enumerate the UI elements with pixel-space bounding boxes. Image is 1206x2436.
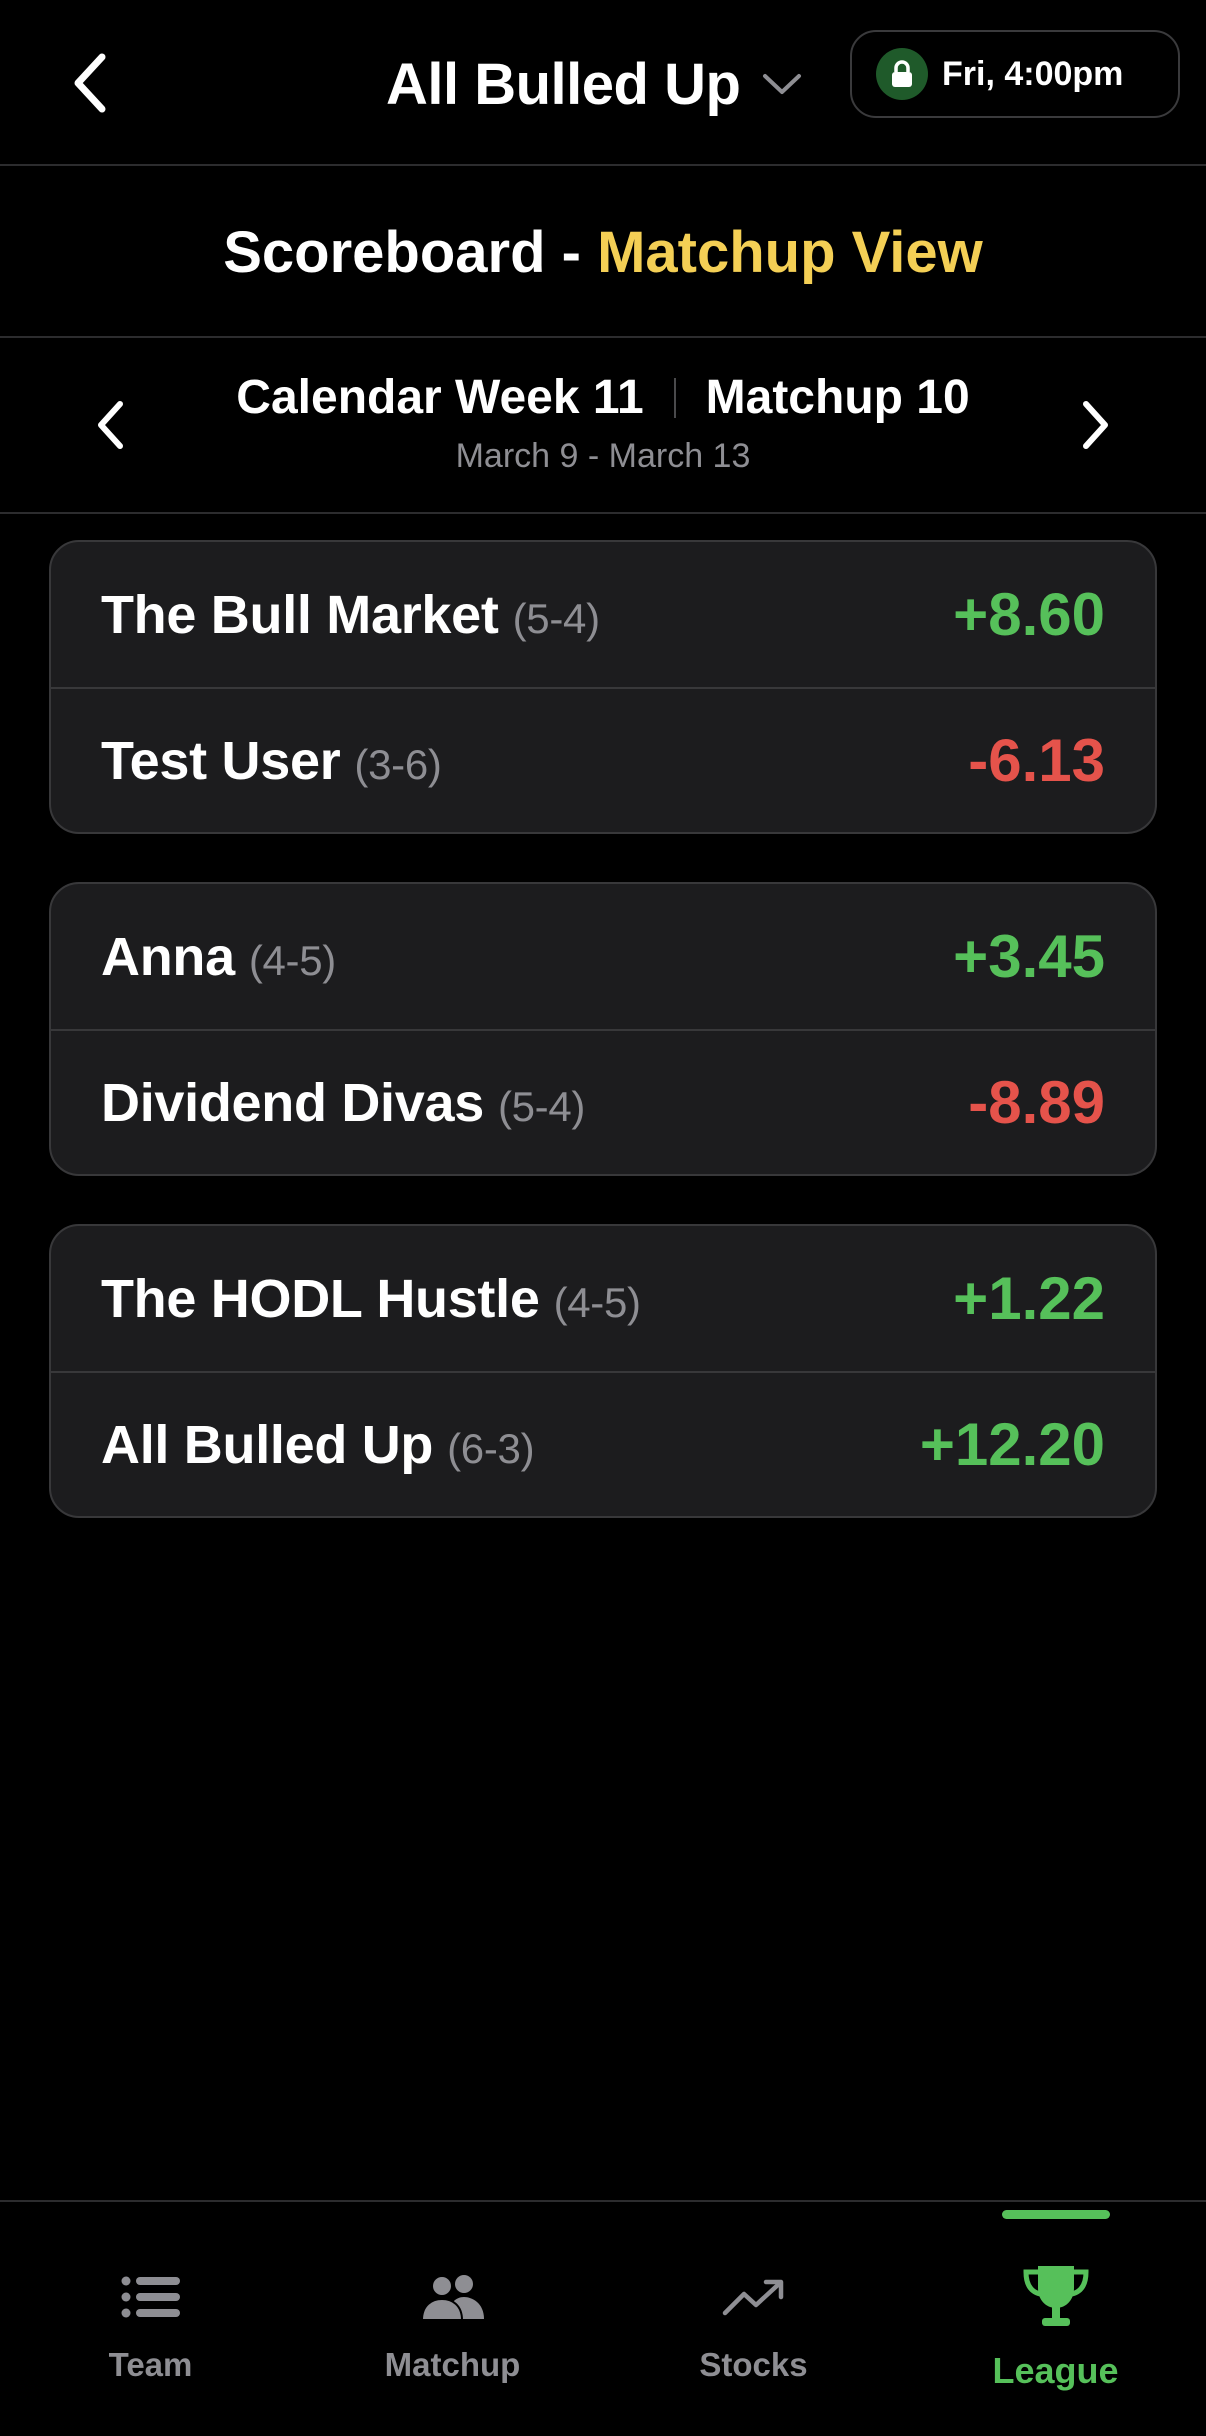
scoreboard-title-prefix: Scoreboard - bbox=[223, 219, 581, 285]
matchup-card[interactable]: Anna (4-5) +3.45 Dividend Divas (5-4) -8.8… bbox=[49, 882, 1157, 1176]
tab-label: Stocks bbox=[699, 2346, 808, 2383]
team-name: Anna bbox=[101, 926, 235, 987]
scoreboard-title: Scoreboard - Matchup View bbox=[223, 219, 983, 286]
team-row[interactable]: Dividend Divas (5-4) -8.89 bbox=[51, 1029, 1155, 1174]
team-row[interactable]: Test User (3-6) -6.13 bbox=[51, 687, 1155, 832]
team-name: The HODL Hustle bbox=[101, 1268, 540, 1329]
team-score: -8.89 bbox=[968, 1069, 1105, 1136]
team-name: Test User bbox=[101, 730, 341, 791]
divider bbox=[673, 377, 676, 418]
matchup-list: The Bull Market (5-4) +8.60 Test User (3-6… bbox=[49, 540, 1157, 1566]
team-record: (5-4) bbox=[497, 1082, 586, 1130]
scoreboard-title-bar: Scoreboard - Matchup View bbox=[0, 168, 1206, 338]
team-record: (4-5) bbox=[248, 936, 336, 984]
matchup-number-label: Matchup 10 bbox=[705, 371, 970, 424]
trophy-icon bbox=[1020, 2262, 1092, 2332]
team-row[interactable]: The HODL Hustle (4-5) +1.22 bbox=[51, 1226, 1155, 1371]
lock-time: Fri, 4:00pm bbox=[942, 54, 1124, 93]
league-switcher[interactable]: All Bulled Up bbox=[386, 44, 802, 124]
week-info: Calendar Week 11 Matchup 10 March 9 - Ma… bbox=[0, 370, 1206, 476]
team-row[interactable]: Anna (4-5) +3.45 bbox=[51, 884, 1155, 1029]
team-row[interactable]: All Bulled Up (6-3) +12.20 bbox=[51, 1371, 1155, 1516]
tab-stocks[interactable]: Stocks bbox=[603, 2202, 904, 2436]
team-record: (5-4) bbox=[512, 594, 600, 642]
team-score: +3.45 bbox=[953, 923, 1105, 990]
people-icon bbox=[420, 2262, 486, 2332]
trend-icon bbox=[722, 2262, 786, 2332]
week-navigator: Calendar Week 11 Matchup 10 March 9 - Ma… bbox=[0, 340, 1206, 514]
next-week-button[interactable] bbox=[1066, 390, 1126, 460]
team-score: -6.13 bbox=[968, 727, 1105, 794]
tab-label: Matchup bbox=[384, 2346, 521, 2383]
scoreboard-view-toggle[interactable]: Matchup View bbox=[597, 220, 983, 285]
team-score: +8.60 bbox=[953, 581, 1105, 648]
matchup-card[interactable]: The HODL Hustle (4-5) +1.22 All Bulled Up… bbox=[49, 1224, 1157, 1518]
lock-time-pill[interactable]: Fri, 4:00pm bbox=[850, 30, 1180, 118]
calendar-week-label: Calendar Week 11 bbox=[236, 371, 644, 424]
team-name: The Bull Market bbox=[101, 584, 499, 645]
tab-label: Team bbox=[108, 2346, 193, 2383]
team-row[interactable]: The Bull Market (5-4) +8.60 bbox=[51, 542, 1155, 687]
team-name: All Bulled Up bbox=[101, 1414, 434, 1475]
date-range: March 9 - March 13 bbox=[455, 437, 751, 475]
top-bar: All Bulled Up Fri, 4:00pm bbox=[0, 0, 1206, 166]
chevron-down-icon bbox=[763, 74, 802, 94]
back-button[interactable] bbox=[60, 48, 120, 118]
team-score: +12.20 bbox=[919, 1411, 1105, 1478]
team-record: (4-5) bbox=[553, 1278, 641, 1326]
team-record: (3-6) bbox=[354, 740, 442, 788]
lock-icon bbox=[876, 48, 928, 100]
tab-team[interactable]: Team bbox=[0, 2202, 301, 2436]
league-name: All Bulled Up bbox=[386, 51, 741, 117]
team-name: Dividend Divas bbox=[101, 1072, 484, 1133]
tab-bar: Team Matchup Stocks League bbox=[0, 2200, 1206, 2436]
tab-league[interactable]: League bbox=[905, 2202, 1206, 2436]
tab-label: League bbox=[992, 2350, 1119, 2391]
matchup-card[interactable]: The Bull Market (5-4) +8.60 Test User (3-6… bbox=[49, 540, 1157, 834]
team-score: +1.22 bbox=[953, 1265, 1105, 1332]
team-record: (6-3) bbox=[447, 1424, 535, 1472]
chevron-right-icon bbox=[1083, 401, 1108, 449]
list-icon bbox=[121, 2262, 181, 2332]
tab-matchup[interactable]: Matchup bbox=[302, 2202, 603, 2436]
chevron-left-icon bbox=[74, 53, 106, 113]
